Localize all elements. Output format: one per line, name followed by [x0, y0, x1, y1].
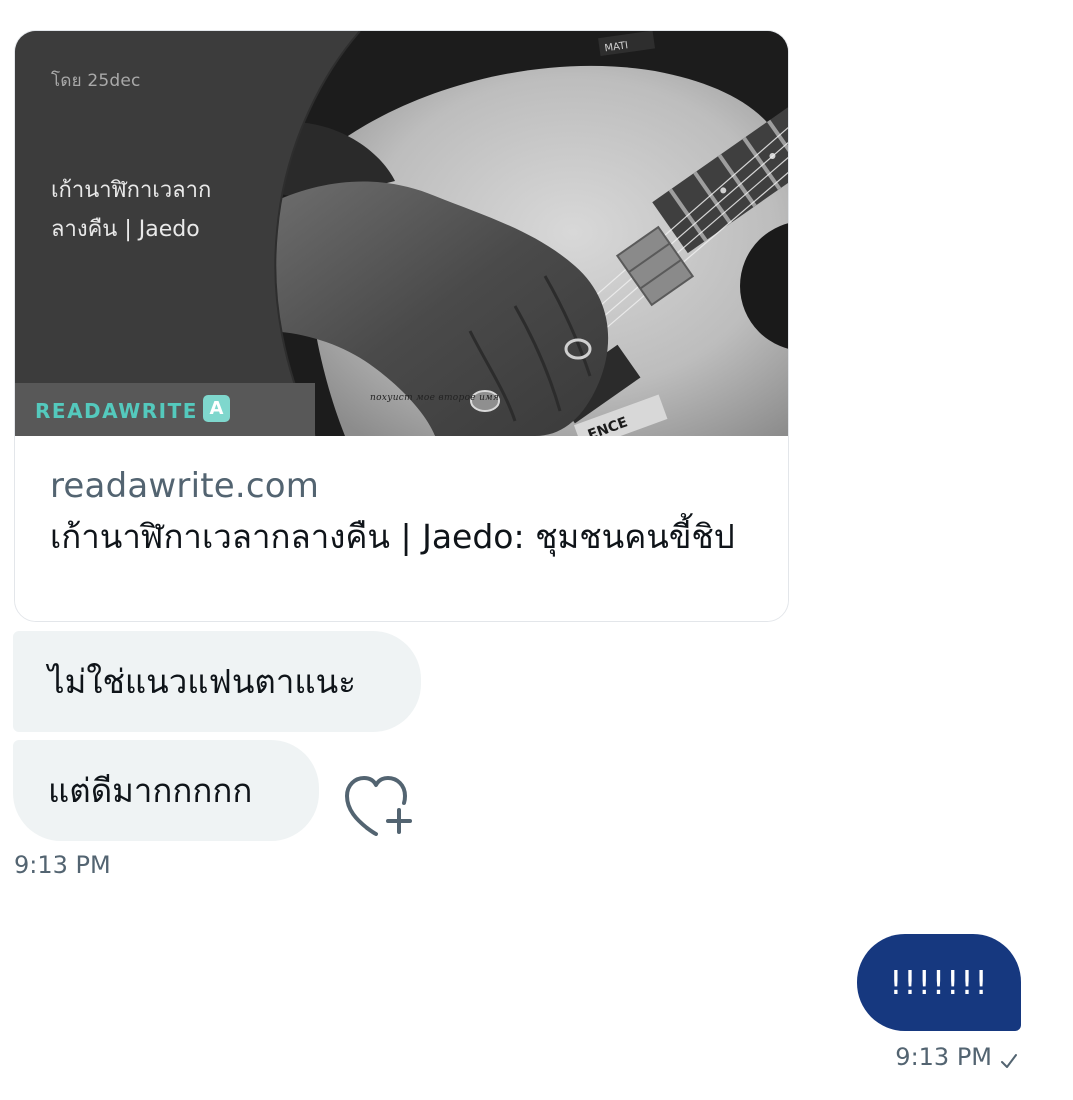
link-preview-image[interactable]: ENCE MATI โดย 25dec เก้านาฬิกาเวลากลางคื…: [15, 31, 788, 436]
check-icon: [1000, 1048, 1018, 1068]
link-domain: readawrite.com: [50, 466, 320, 506]
heart-add-icon[interactable]: [343, 772, 415, 836]
image-author-line: โดย 25dec: [51, 71, 141, 91]
brand-bar: READAWRITE A: [15, 383, 315, 436]
received-message-bubble[interactable]: แต่ดีมากกกกก: [13, 740, 319, 841]
brand-badge-icon: A: [203, 395, 230, 422]
received-message-bubble[interactable]: ไม่ใช่แนวแฟนตาแนะ: [13, 631, 421, 732]
link-preview-card[interactable]: ENCE MATI โดย 25dec เก้านาฬิกาเวลากลางคื…: [14, 30, 789, 622]
link-title: เก้านาฬิกาเวลากลางคืน | Jaedo: ชุมชนคนขี…: [50, 517, 735, 556]
brand-logo: READAWRITE: [35, 399, 198, 423]
sent-meta: 9:13 PM: [895, 1043, 1018, 1071]
received-timestamp: 9:13 PM: [14, 851, 111, 879]
image-watermark: похуист мое второе имя: [370, 393, 500, 403]
link-preview-info[interactable]: readawrite.com เก้านาฬิกาเวลากลางคืน | J…: [15, 436, 788, 621]
sent-timestamp: 9:13 PM: [895, 1043, 992, 1071]
sent-message-bubble[interactable]: !!!!!!!: [857, 934, 1021, 1031]
image-title-overlay: เก้านาฬิกาเวลากลางคืน | Jaedo: [51, 178, 212, 242]
